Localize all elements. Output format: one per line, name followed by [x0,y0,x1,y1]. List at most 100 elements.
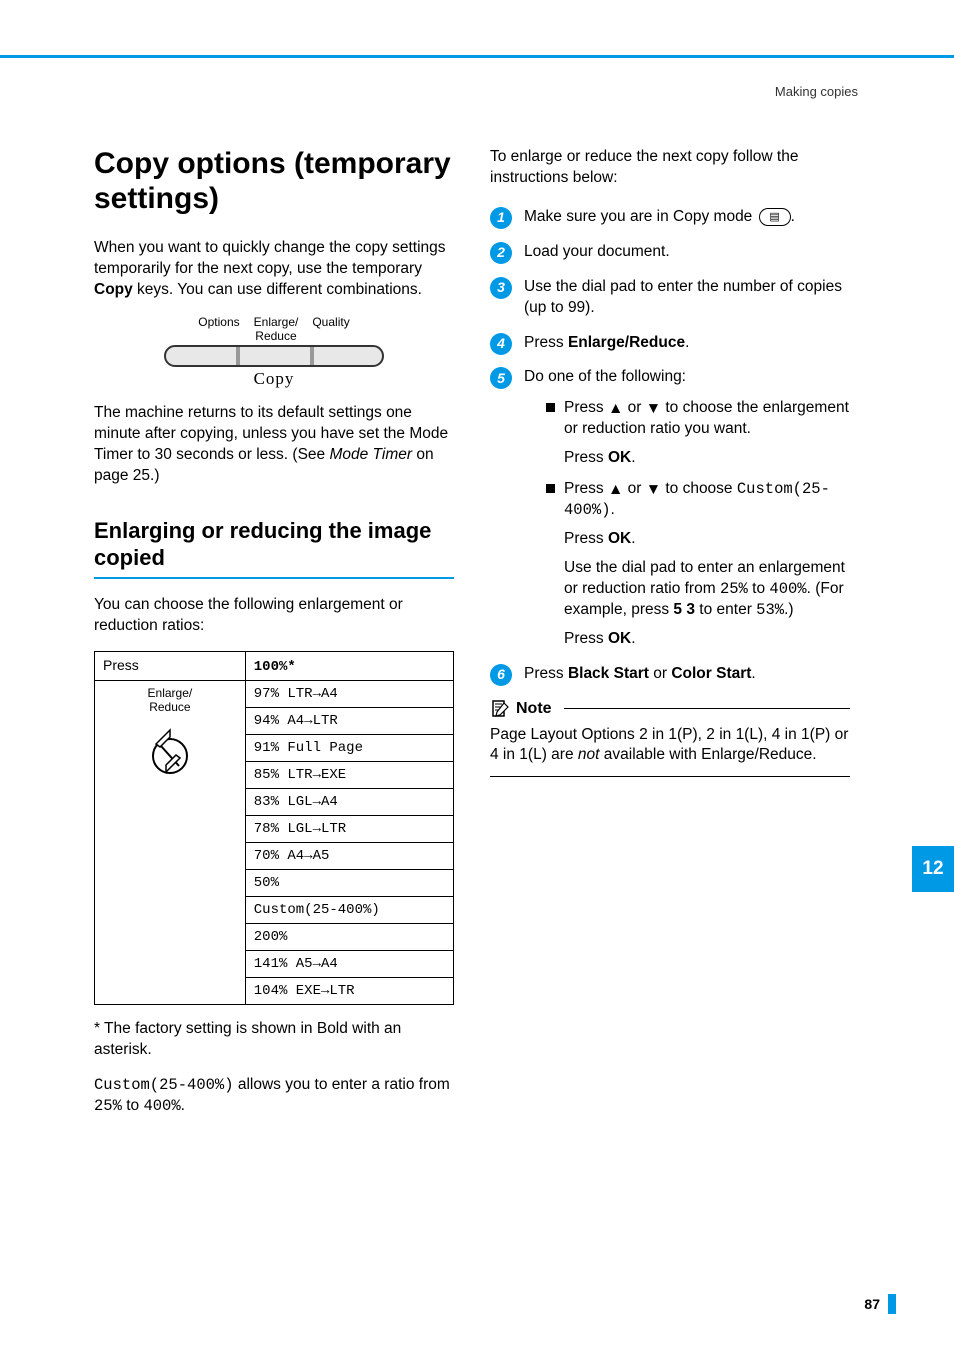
up-arrow-icon: ▲ [608,480,623,501]
step-number-icon: 1 [490,207,512,229]
table-header-press: Press [95,652,246,681]
text-bold: OK [608,449,631,466]
page-number: 87 [864,1296,880,1312]
footer-accent [888,1294,896,1314]
text: . [751,665,755,682]
text: . [631,630,635,647]
text: or [623,399,645,416]
text: Press [564,530,608,547]
table-row: 141% A5→A4 [245,951,453,978]
page-title: Copy options (temporary settings) [94,147,454,216]
table-header-default: 100%* [245,652,453,681]
text-bold: OK [608,630,631,647]
custom-range-paragraph: Custom(25-400%) allows you to enter a ra… [94,1075,454,1117]
text-mono: 400% [143,1097,180,1115]
text: available with Enlarge/Reduce. [599,746,816,763]
text: . [631,449,635,466]
intro-paragraph-2: The machine returns to its default setti… [94,403,454,487]
text-bold: Color Start [671,665,751,682]
text: allows you to enter a ratio from [234,1076,450,1093]
text: .) [784,601,793,618]
table-row: 78% LGL→LTR [245,816,453,843]
text-bold: Black Start [568,665,649,682]
step-number-icon: 2 [490,242,512,264]
text: . [611,501,615,518]
table-row: 97% LTR→A4 [245,681,453,708]
table-row: 83% LGL→A4 [245,789,453,816]
key-strip-icon [164,345,384,367]
text: . [181,1097,185,1114]
step-3: 3 Use the dial pad to enter the number o… [490,277,850,319]
enlarge-reduce-label: Enlarge/ Reduce [103,686,237,714]
chapter-tab: 12 [912,846,954,892]
down-arrow-icon: ▼ [646,480,661,501]
note-label: Note [516,700,552,718]
text-mono: 25% [720,580,748,598]
press-cell: Enlarge/ Reduce [95,681,246,1005]
text: or [623,480,645,497]
text-mono: 53% [756,601,784,619]
table-row: 85% LTR→EXE [245,762,453,789]
step-4: 4 Press Enlarge/Reduce. [490,333,850,354]
table-row: 104% EXE→LTR [245,978,453,1005]
text: Press [564,449,608,466]
table-row: Custom(25-400%) [245,897,453,924]
substep-choose-ratio: Press ▲ or ▼ to choose the enlargement o… [546,398,850,469]
text: Press [564,399,608,416]
step-number-icon: 3 [490,277,512,299]
intro-paragraph-1: When you want to quickly change the copy… [94,238,454,301]
text: . [791,208,795,225]
text-bold: Copy [94,281,133,298]
copy-keys-diagram: Options Enlarge/ Reduce Quality Copy [94,315,454,389]
text: . [685,334,689,351]
note-heading: Note [490,699,850,719]
copy-mode-icon: ▤ [759,208,791,226]
divider [564,708,850,709]
step-5: 5 Do one of the following: Press ▲ or ▼ … [490,367,850,649]
step-1: 1 Make sure you are in Copy mode ▤. [490,207,850,228]
text: to choose [661,480,737,497]
text-bold: 5 3 [673,601,695,618]
step-2: 2 Load your document. [490,242,850,263]
text: Enlarge/ [148,686,193,700]
text: Reduce [255,329,296,343]
text: to [122,1097,144,1114]
section-heading: Enlarging or reducing the image copied [94,518,454,579]
right-intro: To enlarge or reduce the next copy follo… [490,147,850,189]
text-bold: OK [608,530,631,547]
breadcrumb: Making copies [0,58,954,99]
key-label-options: Options [198,315,239,343]
step-text: Use the dial pad to enter the number of … [524,278,842,316]
text: . [631,530,635,547]
note-icon [490,699,510,719]
text-bold: Enlarge/Reduce [568,334,685,351]
key-label-enlarge-reduce: Enlarge/ Reduce [254,315,299,343]
table-row: 70% A4→A5 [245,843,453,870]
step-text: Make sure you are in Copy mode [524,208,757,225]
step-text: Load your document. [524,243,670,260]
copy-label: Copy [94,369,454,389]
table-footnote: * The factory setting is shown in Bold w… [94,1019,454,1061]
text: Reduce [149,700,190,714]
steps-list: 1 Make sure you are in Copy mode ▤. 2 Lo… [490,207,850,685]
text: or [649,665,671,682]
step-number-icon: 5 [490,367,512,389]
substep-custom: Press ▲ or ▼ to choose Custom(25-400%). … [546,479,850,649]
text-mono: Custom(25-400%) [94,1076,234,1094]
text: Enlarge/ [254,315,299,329]
step-text: Do one of the following: [524,368,686,385]
text-mono: 25% [94,1097,122,1115]
text: Press [564,630,608,647]
up-arrow-icon: ▲ [608,399,623,420]
text: Press [564,480,608,497]
text-italic: Mode Timer [329,446,412,463]
default-value: 100%* [254,659,296,675]
text-italic: not [578,746,600,763]
table-row: 94% A4→LTR [245,708,453,735]
enlarge-reduce-knob-icon [148,722,192,778]
text: keys. You can use different combinations… [133,281,422,298]
text: to [748,580,770,597]
step-6: 6 Press Black Start or Color Start. [490,664,850,685]
table-row: 91% Full Page [245,735,453,762]
text: to enter [695,601,756,618]
